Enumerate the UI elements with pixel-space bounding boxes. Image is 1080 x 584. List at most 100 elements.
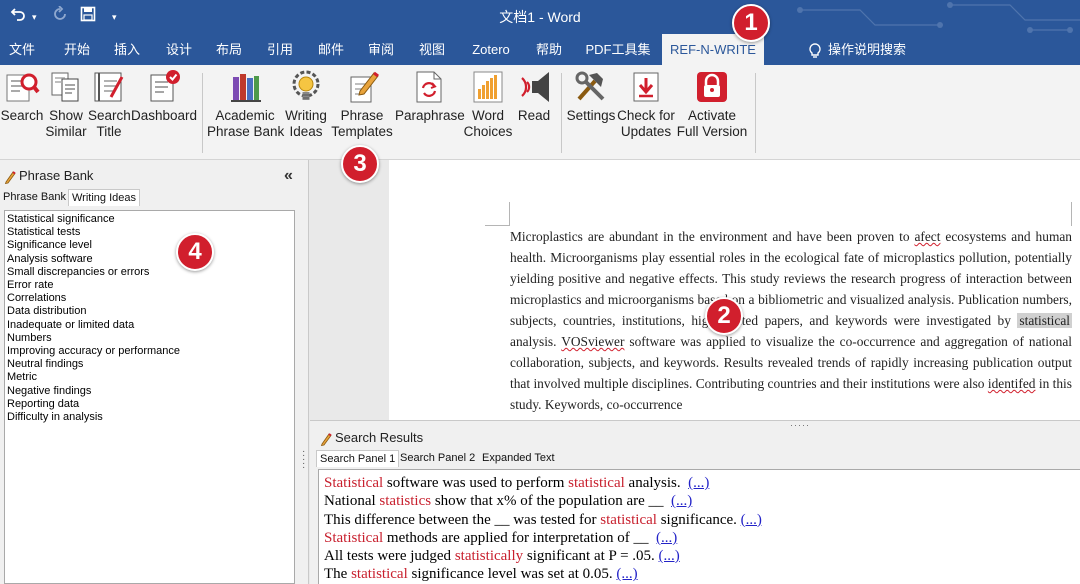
list-item[interactable]: Metric (7, 371, 292, 384)
document-area: Microplastics are abundant in the enviro… (310, 160, 1080, 420)
settings-button[interactable]: Settings (564, 69, 618, 124)
search-title-label-2: Title (96, 124, 122, 139)
lightbulb-icon (809, 42, 821, 58)
tab-search-panel-1[interactable]: Search Panel 1 (316, 450, 400, 467)
collapse-pane-icon[interactable]: « (284, 167, 293, 185)
expand-link[interactable]: (...) (656, 530, 677, 546)
tab-review[interactable]: 审阅 (358, 34, 404, 65)
writing-ideas-button[interactable]: Writing Ideas (283, 69, 329, 140)
list-item[interactable]: Data distribution (7, 305, 292, 318)
expand-link[interactable]: (...) (659, 548, 680, 564)
search-title-icon (94, 72, 124, 102)
paraphrase-label: Paraphrase (395, 108, 465, 123)
tab-help[interactable]: 帮助 (526, 34, 572, 65)
list-item[interactable]: Statistical tests (7, 226, 292, 239)
search-button[interactable]: Search (0, 69, 44, 124)
expand-link[interactable]: (...) (688, 475, 709, 491)
tools-icon (575, 71, 605, 101)
tab-view[interactable]: 视图 (409, 34, 455, 65)
dashboard-icon (150, 70, 180, 102)
tab-search-panel-2[interactable]: Search Panel 2 (397, 450, 478, 467)
tab-zotero[interactable]: Zotero (462, 34, 520, 65)
tab-phrase-bank[interactable]: Phrase Bank (0, 189, 69, 206)
check-for-updates-label-1: Check for (617, 108, 675, 123)
read-label: Read (517, 108, 551, 123)
list-item[interactable]: Error rate (7, 279, 292, 292)
search-title-button[interactable]: Search Title (88, 69, 131, 140)
check-for-updates-label-2: Updates (620, 124, 672, 139)
list-item[interactable]: Numbers (7, 332, 292, 345)
ribbon: Search Show Similar Search Title Dashboa… (0, 65, 1080, 160)
expand-link[interactable]: (...) (741, 512, 762, 528)
list-item[interactable]: Negative findings (7, 385, 292, 398)
word-choices-button[interactable]: Word Choices (463, 69, 513, 140)
list-item[interactable]: Reporting data (7, 398, 292, 411)
tab-writing-ideas[interactable]: Writing Ideas (68, 189, 140, 206)
academic-phrase-bank-button[interactable]: Academic Phrase Bank (207, 69, 284, 140)
writing-ideas-list: Statistical significance Statistical tes… (4, 210, 295, 584)
result-row[interactable]: National statistics show that x% of the … (324, 492, 1075, 510)
tab-file[interactable]: 文件 (0, 34, 44, 65)
crop-mark (485, 225, 509, 226)
pane-resize-handle[interactable]: ····· (302, 447, 305, 473)
expand-link[interactable]: (...) (671, 493, 692, 509)
misspelled-word[interactable]: VOSviewer (561, 334, 624, 349)
list-item[interactable]: Correlations (7, 292, 292, 305)
ribbon-separator (202, 73, 203, 153)
expand-link[interactable]: (...) (616, 566, 637, 582)
books-icon (231, 74, 261, 102)
result-row[interactable]: Statistical software was used to perform… (324, 474, 1075, 492)
paraphrase-button[interactable]: Paraphrase (395, 69, 465, 124)
list-item[interactable]: Statistical significance (7, 213, 292, 226)
tab-home[interactable]: 开始 (54, 34, 100, 65)
phrase-bank-pane: Phrase Bank « Phrase Bank Writing Ideas … (0, 160, 309, 584)
tab-layout[interactable]: 布局 (206, 34, 252, 65)
search-results-list: Statistical software was used to perform… (318, 469, 1080, 584)
activate-full-version-button[interactable]: Activate Full Version (676, 69, 748, 140)
list-item[interactable]: Analysis software (7, 253, 292, 266)
result-row[interactable]: Statistical methods are applied for inte… (324, 529, 1075, 547)
pencil-doc-icon (350, 71, 379, 103)
phrase-templates-button[interactable]: Phrase Templates (330, 69, 394, 140)
list-item[interactable]: Improving accuracy or performance (7, 345, 292, 358)
result-row[interactable]: The statistical significance level was s… (324, 565, 1075, 583)
tab-design[interactable]: 设计 (156, 34, 202, 65)
document-page[interactable]: Microplastics are abundant in the enviro… (389, 160, 1080, 420)
list-item[interactable]: Small discrepancies or errors (7, 266, 292, 279)
phrase-templates-label-1: Phrase (340, 108, 384, 123)
download-icon (633, 72, 659, 102)
tab-references[interactable]: 引用 (257, 34, 303, 65)
show-similar-button[interactable]: Show Similar (45, 69, 87, 140)
tab-insert[interactable]: 插入 (104, 34, 150, 65)
list-item[interactable]: Inadequate or limited data (7, 319, 292, 332)
tell-me-search[interactable]: 操作说明搜索 (808, 34, 906, 65)
lightbulb-gear-icon (292, 70, 320, 100)
result-row[interactable]: All tests were judged statistically sign… (324, 547, 1075, 565)
phrase-bank-title: Phrase Bank (19, 168, 94, 183)
search-button-label: Search (0, 108, 44, 123)
tab-mailings[interactable]: 邮件 (308, 34, 354, 65)
search-title-label-1: Search (88, 108, 131, 123)
misspelled-word[interactable]: afect (914, 229, 940, 244)
check-for-updates-button[interactable]: Check for Updates (617, 69, 675, 140)
doc-text-run: Microplastics are abundant in the enviro… (510, 229, 915, 244)
read-button[interactable]: Read (514, 69, 554, 124)
annotation-badge-3: 3 (341, 145, 379, 183)
list-item[interactable]: Difficulty in analysis (7, 411, 292, 424)
dashboard-button[interactable]: Dashboard (131, 69, 197, 124)
activate-label-1: Activate (687, 108, 737, 123)
list-item[interactable]: Significance level (7, 239, 292, 252)
selected-word[interactable]: statistical (1017, 313, 1072, 328)
list-item[interactable]: Neutral findings (7, 358, 292, 371)
document-body-text[interactable]: Microplastics are abundant in the enviro… (510, 226, 1072, 415)
dashboard-label: Dashboard (131, 108, 198, 123)
tab-expanded-text[interactable]: Expanded Text (479, 450, 558, 467)
tab-pdf-tools[interactable]: PDF工具集 (582, 34, 654, 65)
search-results-pane: ····· Search Results Search Panel 1 Sear… (310, 420, 1080, 584)
ribbon-separator (755, 73, 756, 153)
result-row[interactable]: This difference between the __ was teste… (324, 511, 1075, 529)
search-icon (6, 73, 40, 102)
misspelled-word[interactable]: identifed (988, 376, 1036, 391)
pane-resize-handle[interactable]: ····· (790, 421, 810, 430)
word-choices-label-2: Choices (463, 124, 513, 139)
